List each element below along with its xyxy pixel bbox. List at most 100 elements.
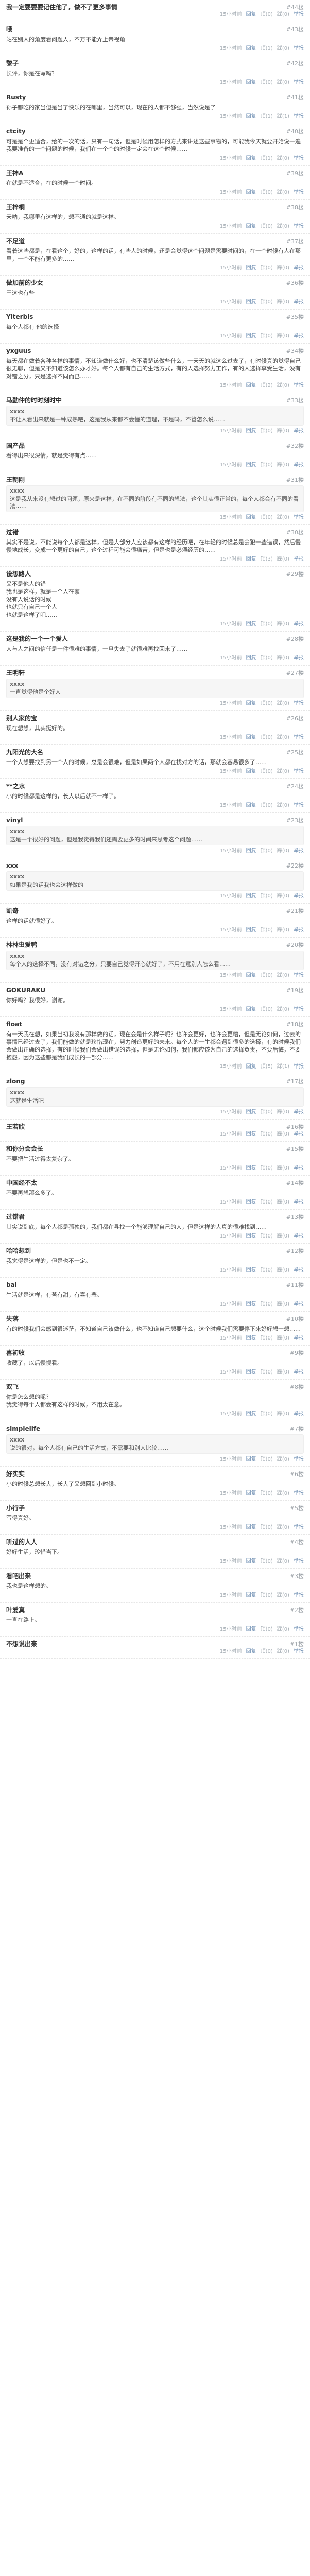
report-button[interactable]: 举报 — [294, 189, 304, 196]
upvote-button[interactable]: 顶(0) — [261, 1558, 273, 1565]
reply-button[interactable]: 回复 — [246, 848, 256, 855]
downvote-button[interactable]: 踩(0) — [277, 802, 289, 809]
comment-author[interactable]: 和你分会会长 — [6, 1145, 304, 1153]
report-button[interactable]: 举报 — [294, 1165, 304, 1172]
downvote-button[interactable]: 踩(1) — [277, 1063, 289, 1071]
comment-author[interactable]: 失落 — [6, 1315, 304, 1323]
upvote-button[interactable]: 顶(0) — [261, 1301, 273, 1308]
report-button[interactable]: 举报 — [294, 1592, 304, 1599]
downvote-button[interactable]: 踩(0) — [277, 1301, 289, 1308]
reply-button[interactable]: 回复 — [246, 1233, 256, 1240]
upvote-button[interactable]: 顶(0) — [261, 734, 273, 741]
upvote-button[interactable]: 顶(0) — [261, 893, 273, 900]
reply-button[interactable]: 回复 — [246, 1165, 256, 1172]
downvote-button[interactable]: 踩(0) — [277, 333, 289, 340]
reply-button[interactable]: 回复 — [246, 768, 256, 775]
comment-author[interactable]: 王朝刚 — [6, 476, 304, 484]
comment-author[interactable]: Rusty — [6, 93, 304, 101]
downvote-button[interactable]: 踩(0) — [277, 189, 289, 196]
upvote-button[interactable]: 顶(0) — [261, 1648, 273, 1655]
comment-author[interactable]: 设想路人 — [6, 570, 304, 578]
upvote-button[interactable]: 顶(0) — [261, 1165, 273, 1172]
comment-author[interactable]: 九阳光的大名 — [6, 748, 304, 756]
downvote-button[interactable]: 踩(0) — [277, 893, 289, 900]
reply-button[interactable]: 回复 — [246, 333, 256, 340]
comment-author[interactable]: float — [6, 1020, 304, 1028]
comment-author[interactable]: 王若欣 — [6, 1123, 304, 1131]
report-button[interactable]: 举报 — [294, 1233, 304, 1240]
upvote-button[interactable]: 顶(0) — [261, 1109, 273, 1116]
reply-button[interactable]: 回复 — [246, 428, 256, 435]
report-button[interactable]: 举报 — [294, 113, 304, 121]
reply-button[interactable]: 回复 — [246, 1490, 256, 1497]
report-button[interactable]: 举报 — [294, 1648, 304, 1655]
reply-button[interactable]: 回复 — [246, 1456, 256, 1463]
downvote-button[interactable]: 踩(0) — [277, 1131, 289, 1138]
quoted-author[interactable]: xxxx — [10, 681, 300, 688]
downvote-button[interactable]: 踩(0) — [277, 265, 289, 272]
reply-button[interactable]: 回复 — [246, 223, 256, 230]
quoted-author[interactable]: xxxx — [10, 828, 300, 835]
reply-button[interactable]: 回复 — [246, 79, 256, 87]
reply-button[interactable]: 回复 — [246, 45, 256, 53]
downvote-button[interactable]: 踩(0) — [277, 768, 289, 775]
report-button[interactable]: 举报 — [294, 382, 304, 389]
comment-author[interactable]: 叶爱真 — [6, 1606, 304, 1614]
quoted-author[interactable]: xxxx — [10, 953, 300, 960]
comment-author[interactable]: 王明轩 — [6, 669, 304, 677]
upvote-button[interactable]: 顶(0) — [261, 1411, 273, 1418]
downvote-button[interactable]: 踩(0) — [277, 1558, 289, 1565]
upvote-button[interactable]: 顶(0) — [261, 1199, 273, 1206]
downvote-button[interactable]: 踩(0) — [277, 1411, 289, 1418]
comment-author[interactable]: 别人家的宝 — [6, 714, 304, 722]
report-button[interactable]: 举报 — [294, 621, 304, 628]
comment-author[interactable]: bai — [6, 1281, 304, 1289]
comment-author[interactable]: 过错君 — [6, 1213, 304, 1221]
downvote-button[interactable]: 踩(0) — [277, 1490, 289, 1497]
upvote-button[interactable]: 顶(0) — [261, 1006, 273, 1013]
report-button[interactable]: 举报 — [294, 848, 304, 855]
quoted-author[interactable]: xxxx — [10, 873, 300, 880]
upvote-button[interactable]: 顶(0) — [261, 768, 273, 775]
comment-author[interactable]: **之水 — [6, 782, 304, 790]
upvote-button[interactable]: 顶(0) — [261, 1592, 273, 1599]
downvote-button[interactable]: 踩(0) — [277, 382, 289, 389]
report-button[interactable]: 举报 — [294, 1490, 304, 1497]
upvote-button[interactable]: 顶(0) — [261, 621, 273, 628]
reply-button[interactable]: 回复 — [246, 655, 256, 662]
reply-button[interactable]: 回复 — [246, 1301, 256, 1308]
report-button[interactable]: 举报 — [294, 1131, 304, 1138]
downvote-button[interactable]: 踩(0) — [277, 655, 289, 662]
downvote-button[interactable]: 踩(0) — [277, 1626, 289, 1633]
upvote-button[interactable]: 顶(0) — [261, 462, 273, 469]
reply-button[interactable]: 回复 — [246, 1131, 256, 1138]
downvote-button[interactable]: 踩(0) — [277, 223, 289, 230]
upvote-button[interactable]: 顶(0) — [261, 802, 273, 809]
comment-author[interactable]: 双飞 — [6, 1383, 304, 1391]
report-button[interactable]: 举报 — [294, 802, 304, 809]
quoted-author[interactable]: xxxx — [10, 1089, 300, 1096]
upvote-button[interactable]: 顶(0) — [261, 1131, 273, 1138]
upvote-button[interactable]: 顶(0) — [261, 11, 273, 19]
comment-author[interactable]: yxguus — [6, 347, 304, 355]
report-button[interactable]: 举报 — [294, 1411, 304, 1418]
reply-button[interactable]: 回复 — [246, 1109, 256, 1116]
report-button[interactable]: 举报 — [294, 79, 304, 87]
downvote-button[interactable]: 踩(0) — [277, 621, 289, 628]
report-button[interactable]: 举报 — [294, 1267, 304, 1274]
reply-button[interactable]: 回复 — [246, 893, 256, 900]
reply-button[interactable]: 回复 — [246, 972, 256, 979]
upvote-button[interactable]: 顶(0) — [261, 1267, 273, 1274]
comment-author[interactable]: 喜初收 — [6, 1349, 304, 1357]
downvote-button[interactable]: 踩(0) — [277, 155, 289, 162]
downvote-button[interactable]: 踩(0) — [277, 848, 289, 855]
upvote-button[interactable]: 顶(1) — [261, 155, 273, 162]
comment-author[interactable]: 不足道 — [6, 237, 304, 245]
comment-author[interactable]: 马勤仲的时时刻时中 — [6, 396, 304, 404]
upvote-button[interactable]: 顶(0) — [261, 1335, 273, 1342]
report-button[interactable]: 举报 — [294, 1301, 304, 1308]
comment-author[interactable]: zlong — [6, 1077, 304, 1086]
report-button[interactable]: 举报 — [294, 45, 304, 53]
upvote-button[interactable]: 顶(0) — [261, 514, 273, 521]
reply-button[interactable]: 回复 — [246, 556, 256, 563]
